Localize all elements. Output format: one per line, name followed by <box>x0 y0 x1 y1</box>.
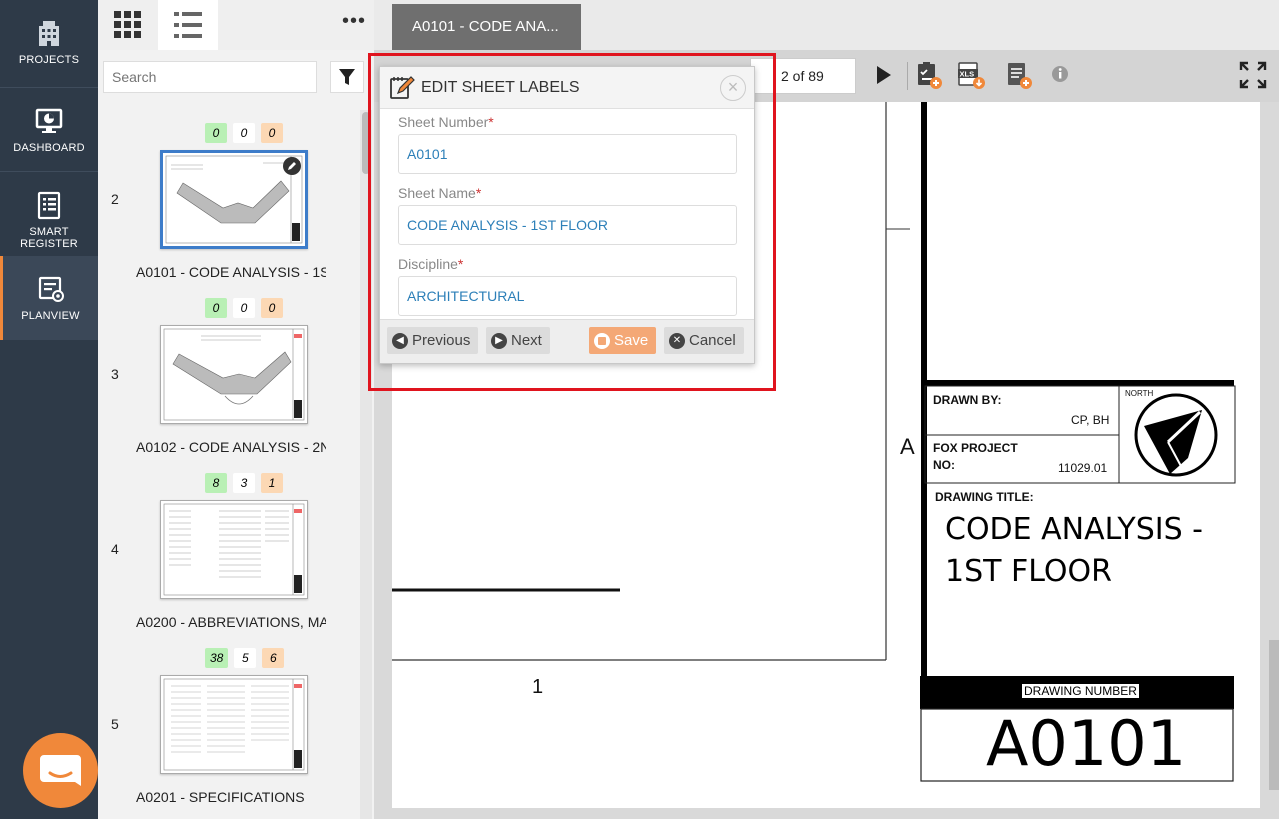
checklist-add-icon[interactable] <box>914 60 944 90</box>
chat-launcher-button[interactable] <box>23 733 98 808</box>
sheet-index: 4 <box>111 541 119 557</box>
fullscreen-icon[interactable] <box>1238 60 1268 90</box>
sheet-thumbnail[interactable] <box>160 150 308 249</box>
count-badge-orange: 0 <box>261 123 283 143</box>
count-badge-white: 0 <box>233 123 255 143</box>
text-sheet-thumbnail-image <box>163 678 305 771</box>
nav-item-projects[interactable]: PROJECTS <box>0 0 98 84</box>
sheet-thumbnail[interactable] <box>160 675 308 774</box>
sheet-index: 3 <box>111 366 119 382</box>
count-badge-orange: 6 <box>262 648 285 668</box>
count-badge-green: 8 <box>205 473 227 493</box>
grid-marker-1: 1 <box>532 676 544 698</box>
project-number-label-no: NO: <box>933 458 955 472</box>
sheet-thumbnail[interactable] <box>160 325 308 424</box>
count-badge-white: 0 <box>233 298 255 318</box>
north-label: NORTH <box>1125 389 1154 398</box>
sheet-thumbnail[interactable] <box>160 500 308 599</box>
edit-pencil-icon[interactable] <box>283 157 301 175</box>
sheet-counts: 38 5 6 <box>205 648 285 668</box>
sheet-index: 5 <box>111 716 119 732</box>
drawing-title-line2: 1ST FLOOR <box>945 554 1112 589</box>
count-badge-white: 3 <box>233 473 255 493</box>
building-icon <box>39 21 59 46</box>
drawing-title-line1: CODE ANALYSIS - <box>945 512 1203 547</box>
more-options-icon[interactable]: ••• <box>342 10 366 33</box>
filter-button[interactable] <box>330 61 364 93</box>
list-view-button[interactable] <box>158 0 218 50</box>
nav-item-planview[interactable]: PLANVIEW <box>0 256 98 340</box>
sheet-counts: 0 0 0 <box>205 123 283 143</box>
sheet-title: A0201 - SPECIFICATIONS <box>136 789 305 805</box>
filter-icon <box>339 69 355 85</box>
grid-icon <box>114 11 141 38</box>
sheet-title: A0200 - ABBREVIATIONS, MATERIALS <box>136 614 326 630</box>
count-badge-orange: 1 <box>261 473 283 493</box>
sheet-list-item[interactable]: 0 0 0 2 A0101 - CODE ANALYSIS - 1ST FLOO… <box>98 123 360 298</box>
drawing-number-label: DRAWING NUMBER <box>1022 684 1139 698</box>
sheet-search-input[interactable] <box>103 61 317 93</box>
sheet-list-panel: ••• 0 0 0 2 A0101 - CODE ANALYSIS - <box>98 0 374 819</box>
sheet-add-icon[interactable] <box>1004 60 1034 90</box>
sheet-list-item[interactable]: 0 0 0 3 A0102 - CODE ANALYSIS - 2ND FLOO… <box>98 298 360 473</box>
left-nav: PROJECTS DASHBOARD SMART REGISTER PLANVI… <box>0 0 98 819</box>
nav-item-smart-register[interactable]: SMART REGISTER <box>0 172 98 256</box>
sheet-index: 2 <box>111 191 119 207</box>
view-toggle-bar: ••• <box>98 0 374 50</box>
xls-export-icon[interactable]: XLS <box>956 60 986 90</box>
count-badge-green: 0 <box>205 123 227 143</box>
info-icon[interactable] <box>1046 60 1076 90</box>
nav-label-planview: PLANVIEW <box>21 310 80 322</box>
chat-icon <box>40 755 81 786</box>
list-icon <box>174 12 202 38</box>
svg-text:XLS: XLS <box>960 70 975 79</box>
sheet-list-item[interactable]: 38 5 6 5 A0201 - SPECIFICATIONS <box>98 648 360 823</box>
nav-label-dashboard: DASHBOARD <box>13 142 85 154</box>
drawn-by-label: DRAWN BY: <box>933 393 1002 407</box>
toolbar-divider <box>907 62 908 90</box>
nav-item-dashboard[interactable]: DASHBOARD <box>0 88 98 172</box>
project-number-label: FOX PROJECT <box>933 441 1018 455</box>
count-badge-green: 38 <box>205 648 229 668</box>
grid-marker-a: A <box>900 434 915 459</box>
count-badge-green: 0 <box>205 298 227 318</box>
nav-label-projects: PROJECTS <box>18 54 80 66</box>
next-page-icon[interactable] <box>868 60 898 90</box>
drawing-number-value: A0101 <box>986 707 1187 780</box>
register-list-icon <box>37 191 61 220</box>
red-highlight-annotation <box>368 53 776 391</box>
sheet-counts: 8 3 1 <box>205 473 283 493</box>
viewer-tab-bar: A0101 - CODE ANA... <box>374 0 1279 50</box>
sheet-counts: 0 0 0 <box>205 298 283 318</box>
count-badge-orange: 0 <box>261 298 283 318</box>
planview-icon <box>38 276 64 302</box>
viewer-scrollbar[interactable] <box>1269 640 1279 790</box>
sheet-list-item[interactable]: 8 3 1 4 A0200 - ABBREVIATIONS, MATERIALS <box>98 473 360 648</box>
text-sheet-thumbnail-image <box>163 503 305 596</box>
tab-sheet-a0101[interactable]: A0101 - CODE ANA... <box>392 4 581 50</box>
count-badge-white: 5 <box>234 648 257 668</box>
nav-label-smart-register: SMART REGISTER <box>20 226 78 250</box>
sheet-title: A0101 - CODE ANALYSIS - 1ST FLOOR <box>136 264 326 280</box>
floorplan-thumbnail-image <box>163 328 305 421</box>
grid-view-button[interactable] <box>98 0 158 50</box>
project-number-value: 11029.01 <box>1058 461 1108 475</box>
monitor-chart-icon <box>35 108 63 133</box>
drawn-by-value: CP, BH <box>1071 413 1110 427</box>
drawing-title-label: DRAWING TITLE: <box>935 490 1034 504</box>
sheet-title: A0102 - CODE ANALYSIS - 2ND FLOOR <box>136 439 326 455</box>
